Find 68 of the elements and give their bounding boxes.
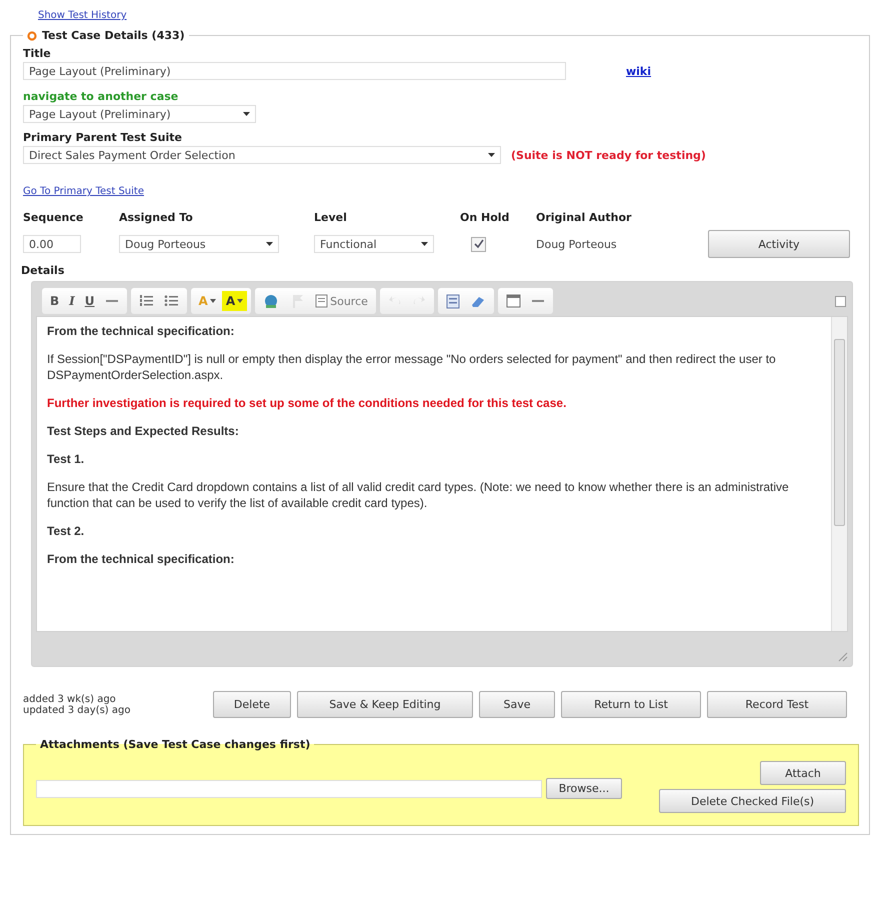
editor-paragraph: Ensure that the Credit Card dropdown contains a list of all valid credit card types. (Note: we need to know whether there is an administrative function that can be used to verify the list of available credit card types). [47,479,790,511]
title-field[interactable]: Page Layout (Preliminary) [23,62,566,80]
null[interactable]: Delete Checked File(s) [659,789,846,813]
dropdown[interactable]: Functional [314,235,434,253]
bold-button[interactable]: B [46,291,64,311]
editor-heading: From the technical specification: [47,323,236,339]
case-dropdown[interactable]: Page Layout (Preliminary) [23,105,256,123]
numbered-list-icon [138,294,154,308]
sequence-field[interactable]: 0.00 [23,235,81,253]
check-icon [474,239,484,249]
caret-icon [243,112,250,116]
selected-value: Direct Sales Payment Order Selection [29,148,236,162]
added-time: added 3 wk(s) ago [23,694,117,704]
panel-title: Test Case Details (433) [42,29,185,42]
selected-value: Page Layout (Preliminary) [29,108,171,120]
null[interactable]: Attach [760,761,846,785]
editor-paragraph: If Session["DSPaymentID"] is null or empty then display the error message "No orders selected for payment" and then redirect the user to DSPaymentOrderSelection.aspx. [47,351,777,383]
warning-text: Further investigation is required to set up some of the conditions needed for this test case. [47,395,568,411]
column-label: On Hold [460,211,510,224]
history-link[interactable]: Show Test History [38,10,127,21]
bullet-list-icon [164,294,179,308]
checkbox[interactable] [471,236,486,252]
globe-icon [263,294,280,308]
null[interactable]: Save [479,691,555,718]
editor-heading: From the technical specification: [47,551,236,567]
italic-button[interactable]: I [65,291,79,311]
suite-link[interactable]: Go To Primary Test Suite [23,186,144,197]
caret-icon [210,299,216,303]
file-field[interactable] [36,780,542,798]
document-icon [315,294,328,308]
null[interactable]: Record Test [707,691,847,718]
caret-icon [488,153,495,157]
page-icon [446,294,460,308]
null[interactable]: Return to List [561,691,701,718]
column-label: Level [314,211,348,224]
caret-icon [237,299,244,303]
editor-heading: Test Steps and Expected Results: [47,423,240,439]
panel-title: Attachments (Save Test Case changes first) [39,738,312,751]
ring-icon [27,30,37,40]
caret-icon [421,242,428,246]
null[interactable]: Activity [708,230,850,258]
field-label: Primary Parent Test Suite [23,131,183,144]
highlight-color-button[interactable]: A [222,291,248,311]
column-label: Sequence [23,211,84,224]
editor-heading: Test 2. [47,523,86,539]
suite-dropdown[interactable]: Direct Sales Payment Order Selection [23,146,501,164]
resize-grip-icon [838,652,848,662]
field-label: Title [23,47,52,60]
selected-value: Doug Porteous [125,238,206,250]
wiki-link[interactable]: wiki [626,64,652,78]
column-label: Assigned To [119,211,194,224]
suite-status: (Suite is NOT ready for testing) [511,148,706,162]
author-name: Doug Porteous [536,238,618,250]
selected-value: Functional [320,238,377,250]
table-icon [506,294,521,308]
field-label: navigate to another case [23,90,180,103]
collapse-toolbar-icon[interactable] [835,296,846,307]
editor-heading: Test 1. [47,451,86,467]
null[interactable]: Browse... [546,778,622,799]
null[interactable]: Save & Keep Editing [297,691,473,718]
column-label: Original Author [536,211,632,224]
scrollbar[interactable] [831,317,847,631]
caret-icon [266,242,273,246]
field-label: Details [21,264,66,277]
updated-time: updated 3 day(s) ago [23,704,132,716]
underline-button[interactable]: U [80,291,99,311]
null[interactable]: Delete [213,691,291,718]
dropdown[interactable]: Doug Porteous [119,235,279,253]
